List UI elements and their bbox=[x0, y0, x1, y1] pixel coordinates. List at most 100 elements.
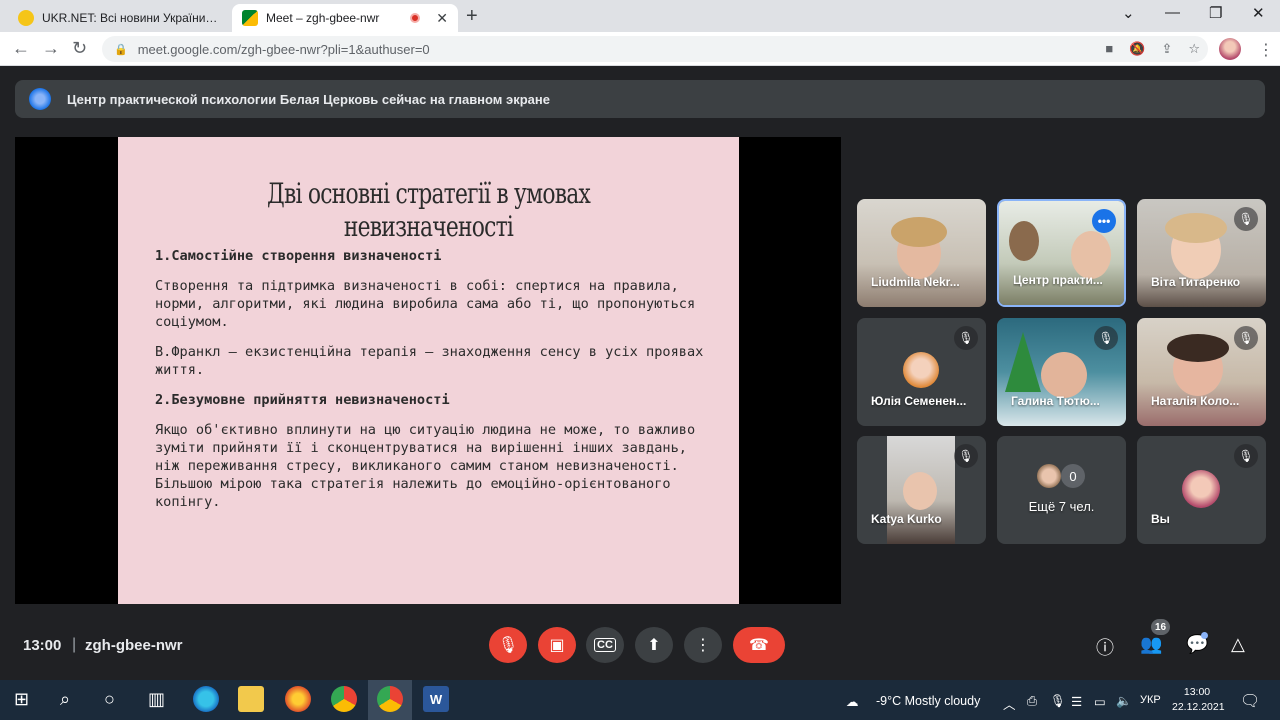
microphone-off-icon: 🎙 bbox=[1234, 444, 1258, 468]
participant-tile[interactable]: 🎙 Віта Титаренко bbox=[1137, 199, 1266, 307]
participant-video bbox=[887, 436, 955, 544]
address-bar[interactable]: 🔒 meet.google.com/zgh-gbee-nwr?pli=1&aut… bbox=[102, 36, 1208, 62]
weather-text[interactable]: -9°C Mostly cloudy bbox=[876, 694, 980, 708]
self-avatar bbox=[1182, 470, 1220, 508]
taskbar-date: 22.12.2021 bbox=[1172, 701, 1225, 713]
cortana-icon[interactable]: ○ bbox=[104, 689, 115, 710]
captions-button[interactable]: CC bbox=[586, 627, 624, 663]
leave-call-button[interactable]: ☎ bbox=[733, 627, 785, 663]
participant-avatar bbox=[1037, 464, 1061, 488]
camera-icon[interactable]: ■ bbox=[1105, 41, 1113, 57]
display-icon[interactable]: ▭ bbox=[1094, 694, 1106, 709]
omnibox-icons: ■ 🔕 ⇪ ☆ bbox=[1105, 41, 1200, 57]
more-count-badge: 0 bbox=[1061, 464, 1085, 488]
camera-toggle-button[interactable]: ▣ bbox=[538, 627, 576, 663]
presenter-avatar bbox=[29, 88, 51, 110]
more-participants-tile[interactable]: 0 Ещё 7 чел. bbox=[997, 436, 1126, 544]
present-button[interactable]: ⬆ bbox=[635, 627, 673, 663]
participant-tile[interactable]: 🎙 Юлія Семенен... bbox=[857, 318, 986, 426]
microphone-toggle-button[interactable]: 🎙 bbox=[489, 627, 527, 663]
presentation-slide: Дві основні стратегії в умовах невизначе… bbox=[118, 137, 739, 604]
network-icon[interactable]: ☰ bbox=[1071, 694, 1082, 709]
people-count-badge: 16 bbox=[1151, 619, 1170, 635]
tab-title: UKR.NET: Всі новини України, ос bbox=[42, 11, 220, 25]
slide-body: 1.Самостійне створення визначеності Ство… bbox=[155, 247, 710, 523]
activities-icon[interactable]: △ bbox=[1231, 634, 1245, 655]
participant-tile[interactable]: 🎙 Katya Kurko bbox=[857, 436, 986, 544]
edge-icon[interactable] bbox=[193, 686, 219, 712]
restore-icon[interactable]: ❐ bbox=[1209, 4, 1222, 22]
microphone-tray-icon[interactable]: 🎙 bbox=[1050, 694, 1066, 709]
recording-indicator-icon bbox=[410, 13, 421, 23]
reload-icon[interactable]: ↻ bbox=[72, 38, 87, 59]
task-view-icon[interactable]: ▥ bbox=[148, 689, 165, 710]
participant-name: Наталія Коло... bbox=[1151, 394, 1240, 408]
close-window-icon[interactable]: ✕ bbox=[1252, 4, 1265, 22]
bookmark-star-icon[interactable]: ☆ bbox=[1188, 41, 1200, 57]
participant-avatar bbox=[903, 352, 939, 388]
tab-title: Meet – zgh-gbee-nwr bbox=[266, 11, 380, 25]
participant-tile[interactable]: 🎙 Галина Тютю... bbox=[997, 318, 1126, 426]
weather-icon[interactable]: ☁ bbox=[846, 694, 859, 709]
taskbar-clock[interactable]: 13:00 22.12.2021 bbox=[1172, 685, 1225, 715]
notifications-off-icon[interactable]: 🔕 bbox=[1129, 41, 1145, 57]
microphone-off-icon: 🎙 bbox=[954, 326, 978, 350]
slide-paragraph-1: Створення та підтримка визначеності в со… bbox=[155, 278, 696, 330]
participant-name: Центр практи... bbox=[1013, 273, 1103, 287]
browser-tab-strip: UKR.NET: Всі новини України, ос Meet – z… bbox=[0, 0, 1280, 32]
share-icon[interactable]: ⇪ bbox=[1161, 41, 1172, 57]
chat-unread-dot bbox=[1201, 632, 1208, 639]
chrome-icon[interactable] bbox=[331, 686, 357, 712]
captions-icon: CC bbox=[594, 638, 616, 652]
more-options-button[interactable]: ⋮ bbox=[684, 627, 722, 663]
chevron-down-icon[interactable]: ⌄ bbox=[1122, 4, 1135, 22]
language-indicator[interactable]: УКР bbox=[1140, 694, 1161, 706]
tray-chevron-up-icon[interactable]: ︿ bbox=[1003, 694, 1016, 713]
microphone-off-icon: 🎙 bbox=[497, 637, 519, 654]
slide-heading-2: 2.Безумовне прийняття невизначеності bbox=[155, 392, 450, 408]
slide-paragraph-2: В.Франкл – екзистенційна терапія – знахо… bbox=[155, 344, 704, 378]
volume-icon[interactable]: 🔈 bbox=[1116, 694, 1132, 709]
participant-name: Віта Титаренко bbox=[1151, 275, 1241, 289]
tab-ukrnet[interactable]: UKR.NET: Всі новини України, ос bbox=[8, 4, 230, 32]
more-options-icon[interactable]: ••• bbox=[1092, 209, 1116, 233]
microphone-off-icon: 🎙 bbox=[954, 444, 978, 468]
meeting-details-icon[interactable]: ⓘ bbox=[1096, 634, 1114, 660]
tab-meet[interactable]: Meet – zgh-gbee-nwr ✕ bbox=[232, 4, 458, 32]
participant-name: Вы bbox=[1151, 512, 1170, 526]
divider: | bbox=[72, 636, 77, 653]
participant-tile[interactable]: 🎙 Наталія Коло... bbox=[1137, 318, 1266, 426]
back-icon[interactable]: ← bbox=[12, 38, 30, 59]
notifications-icon[interactable]: 🗨 bbox=[1240, 691, 1260, 711]
profile-avatar[interactable] bbox=[1219, 38, 1241, 60]
browser-toolbar: ← → ↻ 🔒 meet.google.com/zgh-gbee-nwr?pli… bbox=[0, 32, 1280, 66]
new-tab-icon[interactable]: + bbox=[466, 5, 478, 28]
meeting-code: zgh-gbee-nwr bbox=[85, 637, 183, 654]
self-tile[interactable]: 🎙 Вы bbox=[1137, 436, 1266, 544]
meet-tray-icon[interactable]: ⎙ bbox=[1027, 694, 1037, 709]
participant-tile-speaking[interactable]: ••• Центр практи... bbox=[997, 199, 1126, 307]
meeting-clock: 13:00 bbox=[23, 637, 62, 654]
chrome-active-icon[interactable] bbox=[377, 686, 403, 712]
word-icon[interactable]: W bbox=[423, 686, 449, 712]
camera-off-icon: ▣ bbox=[549, 637, 565, 654]
presenting-text: Центр практической психологии Белая Церк… bbox=[67, 91, 550, 107]
windows-start-icon[interactable]: ⊞ bbox=[14, 689, 29, 710]
minimize-icon[interactable]: — bbox=[1165, 4, 1180, 21]
people-icon[interactable]: 👥 bbox=[1140, 634, 1162, 655]
browser-menu-icon[interactable]: ⋮ bbox=[1258, 40, 1274, 60]
close-tab-icon[interactable]: ✕ bbox=[436, 10, 448, 27]
hang-up-icon: ☎ bbox=[749, 637, 769, 654]
firefox-icon[interactable] bbox=[285, 686, 311, 712]
participant-video bbox=[857, 199, 986, 307]
forward-icon[interactable]: → bbox=[42, 38, 60, 59]
present-screen-icon: ⬆ bbox=[647, 637, 661, 654]
taskbar-time: 13:00 bbox=[1183, 686, 1211, 698]
slide-heading-1: 1.Самостійне створення визначеності bbox=[155, 248, 442, 264]
participant-tile[interactable]: Liudmila Nekr... bbox=[857, 199, 986, 307]
kebab-icon: ⋮ bbox=[695, 637, 711, 654]
file-explorer-icon[interactable] bbox=[238, 686, 264, 712]
more-participants-label: Ещё 7 чел. bbox=[1028, 499, 1095, 514]
participant-name: Liudmila Nekr... bbox=[871, 275, 960, 289]
search-icon[interactable]: ⌕ bbox=[60, 689, 70, 710]
